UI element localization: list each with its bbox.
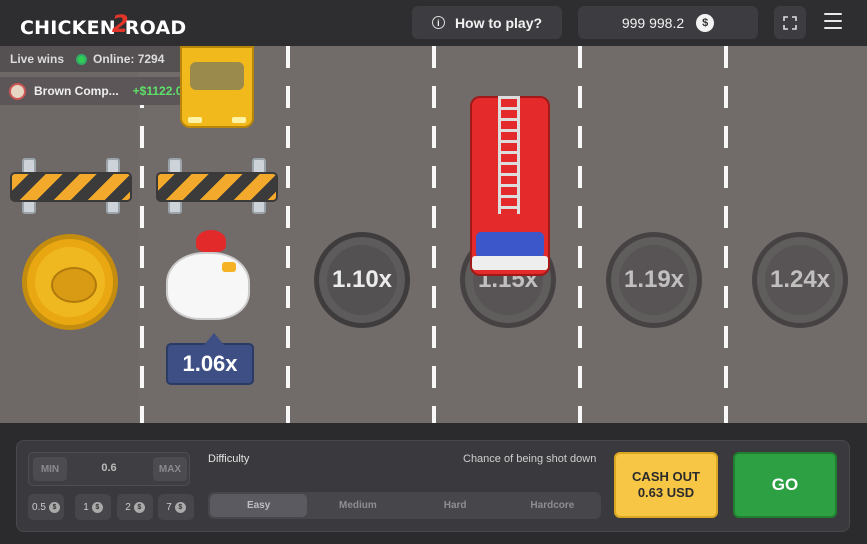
chicken-comb: [196, 230, 226, 252]
fullscreen-button[interactable]: [774, 6, 806, 39]
road-barrier: [156, 158, 278, 216]
online-dot-icon: [78, 55, 86, 63]
live-wins-bar: Live wins Online: 7294: [0, 46, 186, 72]
menu-button[interactable]: [824, 13, 842, 29]
logo-text-mid: 2: [111, 10, 129, 38]
lane-divider: [432, 46, 436, 423]
live-win-entry: Brown Comp... +$1122.00: [0, 77, 192, 105]
info-icon: i: [431, 16, 445, 29]
winner-name: Brown Comp...: [34, 84, 119, 98]
logo-text-right: ROAD: [124, 17, 187, 39]
menu-icon-bar: [824, 20, 842, 22]
fullscreen-icon: [783, 15, 797, 30]
max-bet-button[interactable]: MAX: [153, 457, 187, 481]
quick-bet-value: 0.5: [32, 501, 46, 513]
dollar-coin-icon: $: [133, 501, 145, 513]
quick-bet-button[interactable]: 7 $: [158, 494, 194, 520]
chance-label: Chance of being shot down: [463, 453, 597, 465]
lane-multiplier-manhole[interactable]: 1.24x: [752, 232, 848, 328]
cash-out-label: CASH OUT: [632, 469, 700, 484]
difficulty-label: Difficulty: [208, 453, 250, 465]
truck-bumper: [472, 256, 548, 270]
quick-bet-value: 7: [166, 501, 172, 513]
how-to-play-label: How to play?: [454, 14, 543, 31]
roast-chicken-icon: [51, 267, 97, 303]
barrier-board: [156, 172, 278, 202]
dollar-coin-icon: $: [696, 13, 715, 32]
lane-divider: [724, 46, 728, 423]
quick-bet-button[interactable]: 1 $: [75, 494, 111, 520]
headlight: [188, 117, 202, 123]
online-count: Online: 7294: [93, 52, 165, 66]
top-bar: CHICKEN2ROAD i How to play? 999 998.2 $: [0, 0, 867, 46]
lane-multiplier-manhole[interactable]: 1.19x: [606, 232, 702, 328]
game-app: CHICKEN2ROAD i How to play? 999 998.2 $ …: [0, 0, 867, 544]
lane-divider: [578, 46, 582, 423]
cash-out-button[interactable]: CASH OUT 0.63 USD: [614, 452, 718, 518]
bet-value: 0.6: [101, 462, 117, 474]
live-wins-label: Live wins: [10, 52, 65, 66]
quick-bet-value: 2: [125, 501, 131, 513]
dollar-coin-icon: $: [48, 501, 60, 513]
barrier-board: [10, 172, 132, 202]
difficulty-medium[interactable]: Medium: [309, 492, 406, 519]
how-to-play-button[interactable]: i How to play?: [412, 6, 562, 39]
cash-out-amount: 0.63 USD: [637, 485, 695, 500]
chicken-beak: [222, 262, 236, 272]
lane-divider: [286, 46, 290, 423]
road-barrier: [10, 158, 132, 216]
difficulty-hardcore[interactable]: Hardcore: [504, 492, 601, 519]
balance-display: 999 998.2 $: [578, 6, 758, 39]
truck-windshield: [476, 232, 544, 258]
current-multiplier-tag: 1.06x: [166, 333, 254, 385]
quick-bet-button[interactable]: 2 $: [117, 494, 153, 520]
headlight: [232, 117, 246, 123]
start-coin-manhole: [22, 234, 118, 330]
dollar-coin-icon: $: [174, 501, 186, 513]
taxi-car: [180, 46, 254, 128]
chicken-body: [166, 252, 250, 320]
car-windshield: [190, 62, 244, 90]
difficulty-easy[interactable]: Easy: [210, 494, 308, 517]
bet-amount-input[interactable]: MIN 0.6 MAX: [28, 452, 190, 486]
truck-ladder: [498, 96, 520, 214]
logo-text-left: CHICKEN: [20, 17, 116, 39]
avatar: [9, 82, 26, 100]
go-button[interactable]: GO: [733, 452, 837, 518]
balance-value: 999 998.2: [621, 14, 685, 31]
fire-truck: [466, 96, 554, 276]
min-bet-button[interactable]: MIN: [33, 457, 67, 481]
quick-bet-value: 1: [83, 501, 89, 513]
game-logo: CHICKEN2ROAD: [20, 10, 187, 40]
difficulty-hard[interactable]: Hard: [407, 492, 504, 519]
difficulty-selector: Easy Medium Hard Hardcore: [208, 492, 601, 519]
quick-bet-button[interactable]: 0.5 $: [28, 494, 64, 520]
menu-icon-bar: [824, 27, 842, 29]
dollar-coin-icon: $: [91, 501, 103, 513]
chicken-player: [160, 228, 256, 324]
menu-icon-bar: [824, 13, 842, 15]
lane-multiplier-manhole[interactable]: 1.10x: [314, 232, 410, 328]
